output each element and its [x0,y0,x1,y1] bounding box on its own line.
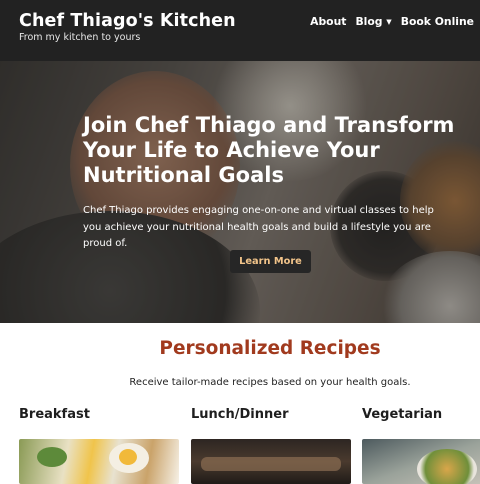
site-title[interactable]: Chef Thiago's Kitchen [19,11,236,31]
recipes-subtitle: Receive tailor-made recipes based on you… [129,377,411,388]
category-lunch-dinner[interactable]: Lunch/Dinner [191,407,289,422]
hero-banner: Join Chef Thiago and Transform Your Life… [0,61,480,323]
hero-description: Chef Thiago provides engaging one-on-one… [83,205,434,249]
nav-about[interactable]: About [310,15,346,28]
site-tagline: From my kitchen to yours [19,32,141,43]
hero-title: Join Chef Thiago and Transform Your Life… [83,113,455,187]
site-header: Chef Thiago's Kitchen From my kitchen to… [0,0,480,61]
category-breakfast[interactable]: Breakfast [19,407,90,422]
lunch-dinner-image[interactable] [191,439,351,484]
learn-more-button[interactable]: Learn More [230,250,311,273]
hero-overlay [0,61,480,323]
main-nav: About Blog ▾ Book Online [310,15,474,28]
breakfast-image[interactable] [19,439,179,484]
nav-book-online[interactable]: Book Online [401,15,474,28]
category-vegetarian[interactable]: Vegetarian [362,407,442,422]
nav-blog[interactable]: Blog ▾ [355,15,391,28]
vegetarian-image[interactable] [362,439,480,484]
recipes-title: Personalized Recipes [159,338,381,359]
